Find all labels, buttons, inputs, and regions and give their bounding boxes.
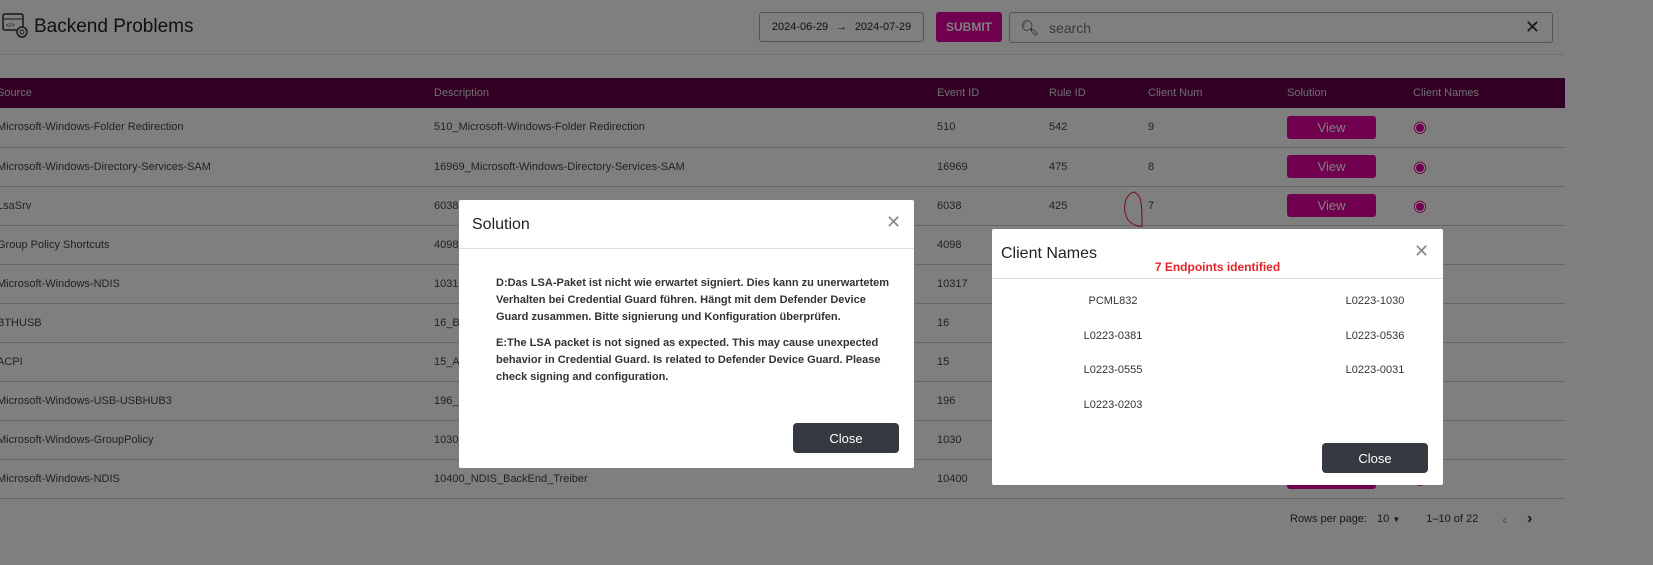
client-name: L0223-0555 xyxy=(1083,364,1143,376)
client-name: PCML832 xyxy=(1088,295,1138,307)
client-name: L0223-0203 xyxy=(1083,398,1143,411)
client-name: L0223-1030 xyxy=(1345,295,1405,307)
close-icon[interactable]: ✕ xyxy=(1414,241,1429,262)
solution-text-german: D:Das LSA-Paket ist nicht wie erwartet s… xyxy=(496,277,890,323)
divider xyxy=(992,278,1443,279)
close-button[interactable]: Close xyxy=(1322,443,1428,473)
endpoints-annotation: 7 Endpoints identified xyxy=(1154,260,1281,274)
client-name: L0223-0031 xyxy=(1345,364,1405,376)
modal-title: Solution xyxy=(472,216,530,233)
close-icon[interactable]: ✕ xyxy=(886,212,901,233)
close-button[interactable]: Close xyxy=(793,423,899,453)
client-names-modal: Client Names 7 Endpoints identified ✕ PC… xyxy=(992,229,1443,485)
client-name: L0223-0536 xyxy=(1345,329,1405,342)
client-name: L0223-0381 xyxy=(1083,329,1143,342)
solution-text-english: E:The LSA packet is not signed as expect… xyxy=(496,337,881,383)
divider xyxy=(459,248,914,249)
solution-modal: Solution ✕ D:Das LSA-Paket ist nicht wie… xyxy=(459,200,914,468)
